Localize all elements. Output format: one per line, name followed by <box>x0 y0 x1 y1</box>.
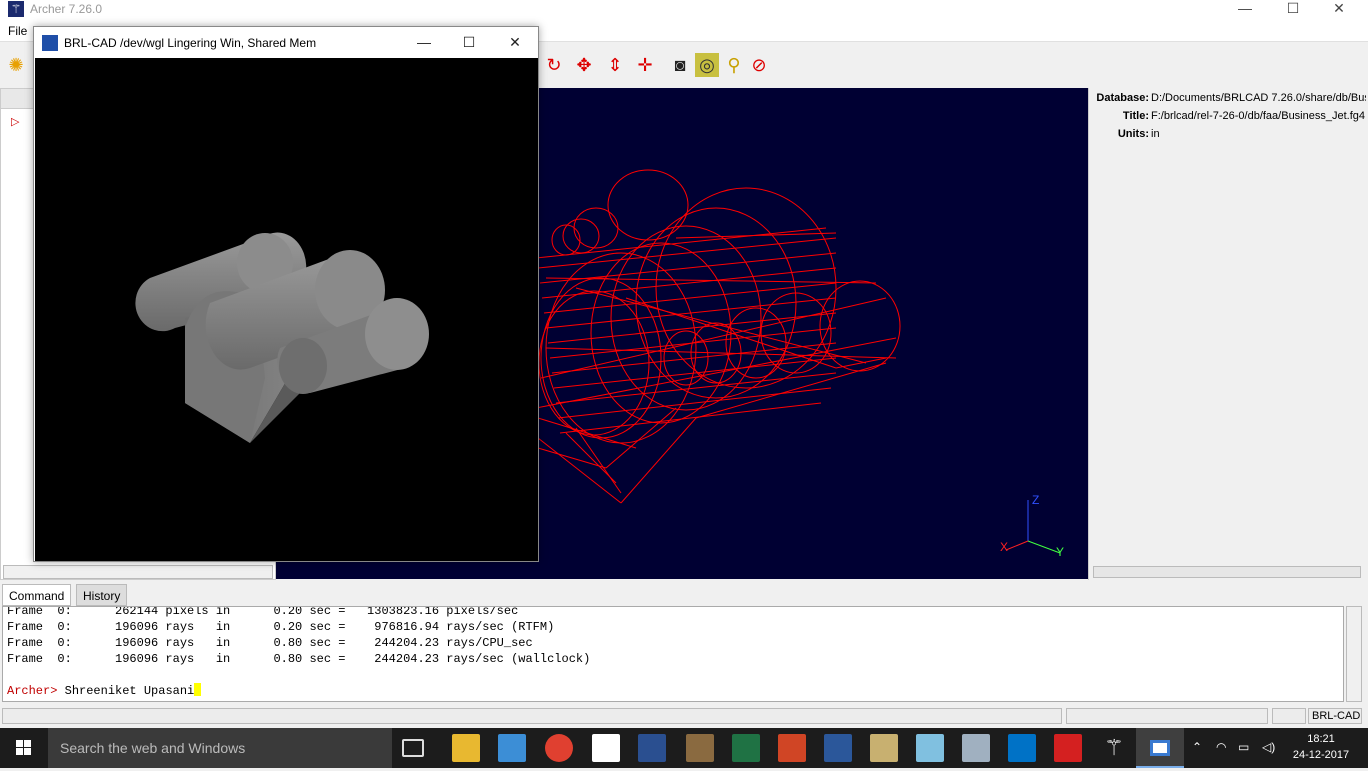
axis-y-label: Y <box>1056 545 1064 559</box>
console-tabs: Command History <box>0 584 1368 606</box>
main-maximize-button[interactable]: ☐ <box>1270 0 1316 20</box>
attr-title-row: Title: F:/brlcad/rel-7-26-0/db/faa/Busin… <box>1089 110 1366 126</box>
word-icon[interactable] <box>824 734 852 762</box>
attr-database-value: D:/Documents/BRLCAD 7.26.0/share/db/Bus <box>1151 92 1366 104</box>
tree-expand-icon[interactable]: ▷ <box>11 115 19 128</box>
main-window-title: Archer 7.26.0 <box>30 2 103 16</box>
attr-units-value: in <box>1151 128 1160 140</box>
volume-icon[interactable]: ◁) <box>1262 740 1275 754</box>
camera-icon[interactable]: ◙ <box>668 53 692 77</box>
app-icon-1[interactable] <box>592 734 620 762</box>
status-app-label: BRL-CAD <box>1308 708 1362 724</box>
status-cell-main <box>2 708 1062 724</box>
render-window-title: BRL-CAD /dev/wgl Lingering Win, Shared M… <box>64 36 317 50</box>
render-maximize-button[interactable]: ☐ <box>449 31 489 53</box>
render-minimize-button[interactable]: — <box>404 31 444 53</box>
console-line: Frame 0: 196096 rays in 0.80 sec = 24420… <box>7 652 591 666</box>
stop-icon[interactable]: ⊘ <box>747 53 771 77</box>
menu-file[interactable]: File <box>8 24 27 38</box>
chrome-icon[interactable] <box>545 734 573 762</box>
status-bar: BRL-CAD <box>0 706 1368 726</box>
taskbar-search-placeholder: Search the web and Windows <box>60 740 246 756</box>
attr-database-row: Database: D:/Documents/BRLCAD 7.26.0/sha… <box>1089 92 1366 108</box>
translate-icon[interactable]: ✥ <box>572 53 596 77</box>
console-line: Frame 0: 196096 rays in 0.20 sec = 97681… <box>7 620 555 634</box>
excel-icon[interactable] <box>732 734 760 762</box>
acrobat-icon[interactable] <box>1054 734 1082 762</box>
center-icon[interactable]: ✛ <box>633 53 657 77</box>
tab-history[interactable]: History <box>76 584 128 606</box>
wifi-icon[interactable]: ◠ <box>1216 740 1226 754</box>
new-icon[interactable]: ✺ <box>4 53 28 77</box>
status-cell-3 <box>1272 708 1306 724</box>
main-close-button[interactable]: ✕ <box>1316 0 1362 20</box>
main-title-bar: ⚚ Archer 7.26.0 — ☐ ✕ <box>0 0 1368 20</box>
minecraft-icon[interactable] <box>686 734 714 762</box>
console-line: Frame 0: 262144 pixels in 0.20 sec = 130… <box>7 606 519 618</box>
console-prompt-label: Archer> <box>7 684 58 698</box>
console-line: Frame 0: 196096 rays in 0.80 sec = 24420… <box>7 636 533 650</box>
axis-x-label: X <box>1000 540 1008 554</box>
attr-title-value: F:/brlcad/rel-7-26-0/db/faa/Business_Jet… <box>1151 110 1366 122</box>
paint-icon[interactable] <box>870 734 898 762</box>
windows-start-icon[interactable] <box>0 728 48 768</box>
console-cursor <box>194 683 202 696</box>
clock-time: 18:21 <box>1307 733 1335 745</box>
task-view-icon[interactable] <box>402 739 424 757</box>
broom-icon[interactable]: ⚲ <box>722 53 746 77</box>
attributes-horizontal-scrollbar[interactable] <box>1093 566 1361 578</box>
app-icon-2[interactable] <box>638 734 666 762</box>
raytrace-canvas <box>35 58 538 561</box>
attributes-panel: Database: D:/Documents/BRLCAD 7.26.0/sha… <box>1088 88 1366 580</box>
archer-app-icon: ⚚ <box>8 1 24 17</box>
attr-units-row: Units: in <box>1089 128 1366 144</box>
battery-icon[interactable]: ▭ <box>1238 740 1249 754</box>
render-window[interactable]: BRL-CAD /dev/wgl Lingering Win, Shared M… <box>33 26 539 562</box>
attr-database-key: Database: <box>1096 92 1149 104</box>
status-cell-2 <box>1066 708 1268 724</box>
clock-date: 24-12-2017 <box>1292 749 1350 761</box>
tab-command[interactable]: Command <box>2 584 72 606</box>
window-icon <box>1150 740 1170 756</box>
archer-taskbar-icon[interactable]: ⚚ <box>1100 734 1128 762</box>
taskbar-clock[interactable]: 18:21 24-12-2017 <box>1290 731 1352 763</box>
console-prompt-line[interactable]: Archer> Shreeniket Upasani <box>7 683 202 699</box>
tray-chevron-icon[interactable]: ⌃ <box>1192 740 1202 754</box>
console-vertical-scrollbar[interactable] <box>1346 606 1362 702</box>
raytrace-icon[interactable]: ◎ <box>695 53 719 77</box>
scale-icon[interactable]: ⇕ <box>603 53 627 77</box>
app-icon-3[interactable] <box>916 734 944 762</box>
command-console[interactable]: Frame 0: 262144 pixels in 0.20 sec = 130… <box>2 606 1344 702</box>
axis-z-label: Z <box>1032 493 1039 507</box>
powerpoint-icon[interactable] <box>778 734 806 762</box>
active-window-button[interactable] <box>1136 728 1184 768</box>
store-icon[interactable] <box>498 734 526 762</box>
render-close-button[interactable]: ✕ <box>495 31 535 53</box>
windows-taskbar: Search the web and Windows ⚚ ⌃ ◠ ▭ ◁) 18… <box>0 728 1368 768</box>
render-window-icon <box>42 35 58 51</box>
tree-horizontal-scrollbar[interactable] <box>3 565 273 579</box>
file-explorer-icon[interactable] <box>452 734 480 762</box>
taskbar-search-box[interactable]: Search the web and Windows <box>48 728 392 768</box>
console-input-text[interactable]: Shreeniket Upasani <box>57 684 195 698</box>
rotate-icon[interactable]: ↻ <box>542 53 566 77</box>
main-minimize-button[interactable]: — <box>1222 0 1268 20</box>
attr-units-key: Units: <box>1117 128 1149 140</box>
app-icon-4[interactable] <box>962 734 990 762</box>
outlook-icon[interactable] <box>1008 734 1036 762</box>
attr-title-key: Title: <box>1122 110 1149 122</box>
